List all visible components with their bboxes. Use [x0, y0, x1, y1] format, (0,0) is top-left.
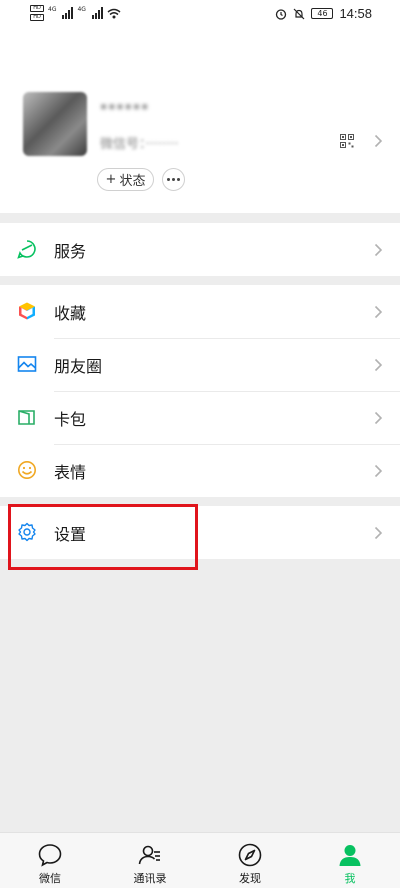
tab-me[interactable]: 我: [300, 833, 400, 888]
tab-chats[interactable]: 微信: [0, 833, 100, 888]
qr-code-icon[interactable]: [340, 134, 354, 148]
hd-indicators: HD HD: [30, 5, 44, 21]
menu-item-moments[interactable]: 朋友圈: [0, 338, 400, 391]
services-group: 服务: [0, 223, 400, 276]
signal-2-icon: [91, 7, 103, 19]
services-icon: [17, 240, 36, 259]
profile-header[interactable]: ······ 微信号：········ + 状态: [0, 30, 400, 213]
chevron-right-icon: [374, 305, 383, 319]
alarm-icon: [276, 8, 287, 20]
menu-item-cards[interactable]: 卡包: [0, 391, 400, 444]
menu-label-cards: 卡包: [54, 410, 87, 429]
battery-icon: 46: [311, 8, 334, 19]
nickname: ······: [100, 96, 150, 118]
menu-item-stickers[interactable]: 表情: [0, 444, 400, 497]
contacts-icon: [138, 845, 160, 865]
status-left: HD HD 4G 4G: [30, 5, 121, 21]
chevron-right-icon: [374, 526, 383, 540]
signal-1-icon: [62, 7, 74, 19]
tab-contacts[interactable]: 通讯录: [100, 833, 200, 888]
wallet-icon: [18, 410, 35, 425]
chevron-right-icon: [374, 243, 383, 257]
chevron-right-icon: [374, 358, 383, 372]
more-button[interactable]: [162, 168, 185, 191]
chat-bubble-icon: [38, 844, 62, 867]
person-icon: [339, 845, 361, 866]
wifi-icon: [107, 8, 121, 18]
content-group: 收藏 朋友圈 卡包 表情: [0, 285, 400, 497]
tab-label-me: 我: [344, 872, 356, 885]
annotation-highlight-box: [8, 504, 198, 570]
plus-icon: +: [105, 172, 117, 187]
status-right: 46 14:58: [275, 6, 372, 21]
avatar[interactable]: [23, 92, 87, 156]
smiley-icon: [18, 461, 36, 479]
picture-icon: [17, 356, 37, 372]
status-button-label: 状态: [119, 174, 146, 189]
menu-label-moments: 朋友圈: [54, 357, 103, 376]
chevron-right-icon: [374, 411, 383, 425]
tab-discover[interactable]: 发现: [200, 833, 300, 888]
menu-item-favorites[interactable]: 收藏: [0, 285, 400, 338]
tab-label-chats: 微信: [39, 872, 61, 885]
network-type-2: 4G: [77, 5, 86, 13]
mute-bell-icon: [294, 8, 305, 19]
menu-label-stickers: 表情: [54, 463, 87, 482]
menu-label-favorites: 收藏: [54, 304, 87, 323]
compass-icon: [238, 843, 262, 867]
network-type-1: 4G: [48, 5, 57, 13]
menu-item-services[interactable]: 服务: [0, 223, 400, 276]
chevron-right-icon: [374, 134, 383, 148]
status-button[interactable]: + 状态: [97, 168, 154, 191]
hd-badge-1: HD: [30, 5, 44, 12]
tab-label-contacts: 通讯录: [133, 872, 167, 885]
wechat-id: 微信号：········: [100, 137, 179, 152]
bottom-tab-bar: 微信 通讯录 发现 我: [0, 832, 400, 888]
tab-label-discover: 发现: [239, 872, 261, 885]
clock: 14:58: [339, 6, 372, 21]
chevron-right-icon: [374, 464, 383, 478]
hd-badge-2: HD: [30, 14, 44, 21]
cube-icon: [19, 302, 35, 320]
status-bar: HD HD 4G 4G 46 14:58: [0, 0, 400, 30]
menu-label-services: 服务: [54, 242, 87, 261]
